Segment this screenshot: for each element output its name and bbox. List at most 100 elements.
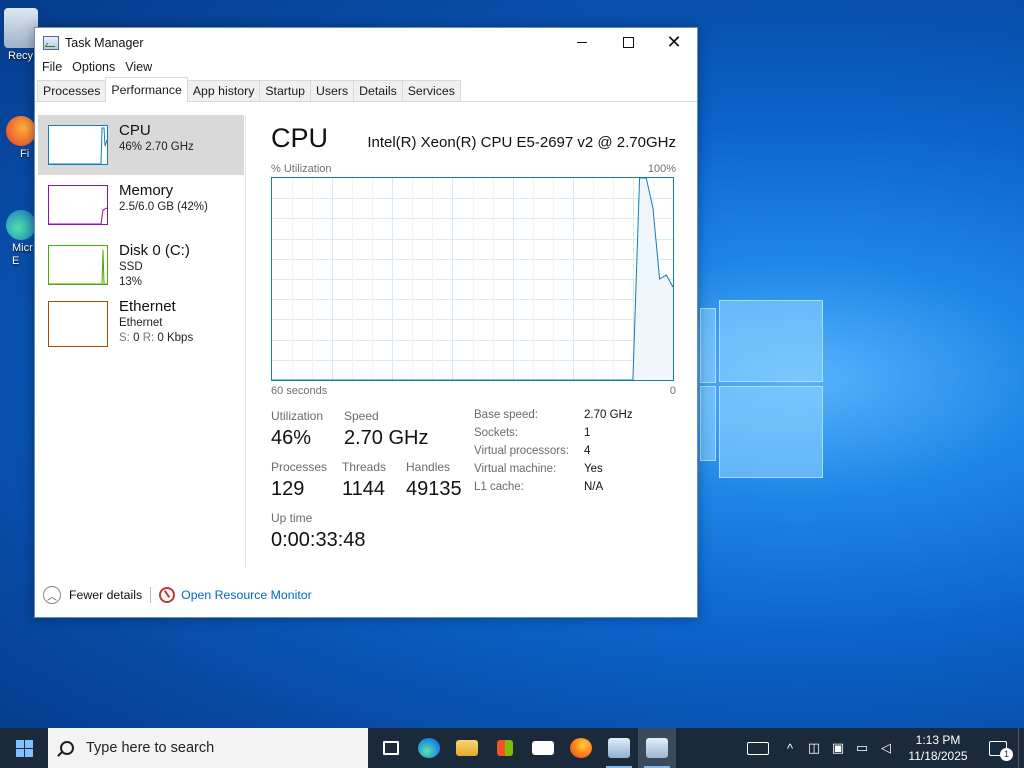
control-panel-icon [608,738,630,758]
system-tray: ^ ◫ ▣ ▭ ◁ 1:13 PM 11/18/2025 1 [738,728,1024,768]
maximize-button[interactable] [605,28,651,57]
menu-options[interactable]: Options [67,60,120,74]
handles-value: 49135 [406,478,462,500]
sidebar-item-memory[interactable]: Memory 2.5/6.0 GB (42%) [38,175,244,235]
file-explorer-icon [456,740,478,756]
chevron-up-icon[interactable]: ︿ [43,586,61,604]
minimize-button[interactable] [559,28,605,57]
meet-now-icon[interactable]: ◫ [802,728,826,768]
store-icon [497,740,513,756]
speed-label: Speed [344,409,379,423]
search-icon [60,741,74,755]
menu-file[interactable]: File [37,60,67,74]
window-title: Task Manager [65,35,144,50]
sidebar-cpu-name: CPU [119,122,151,139]
edge-desktop-icon[interactable]: Micr E [0,210,36,268]
receive-value: 0 Kbps [157,332,194,344]
base-speed-value: 2.70 GHz [584,409,633,421]
tab-processes[interactable]: Processes [37,80,107,101]
tab-performance[interactable]: Performance [105,77,188,102]
disk-mini-graph [48,245,108,285]
graph-min-label: 0 [669,385,676,397]
processes-value: 129 [271,478,305,500]
tab-bar: Processes Performance App history Startu… [35,77,697,102]
title-bar[interactable]: Task Manager ✕ [35,28,697,57]
tab-app-history[interactable]: App history [186,80,261,101]
sidebar-item-cpu[interactable]: CPU 46% 2.70 GHz [38,115,244,175]
taskbar-search-box[interactable]: Type here to search [48,728,368,768]
file-explorer-button[interactable] [448,728,486,768]
volume-muted-icon[interactable]: ◁ [874,728,898,768]
clock-time: 1:13 PM [915,733,961,747]
cpu-utilization-chart [272,178,673,380]
store-button[interactable] [486,728,524,768]
speed-value: 2.70 GHz [344,427,429,449]
memory-mini-graph [48,185,108,225]
virtual-processors-value: 4 [584,445,591,457]
performance-panel: CPU 46% 2.70 GHz Memory 2.5/6.0 GB (42%)… [35,103,697,568]
network-icon[interactable]: ▭ [850,728,874,768]
menu-bar: File Options View [35,57,697,77]
processes-label: Processes [271,460,328,474]
utilization-label: Utilization [271,409,324,423]
edge-button[interactable] [410,728,448,768]
security-icon[interactable]: ▣ [826,728,850,768]
virtual-machine-value: Yes [584,463,603,475]
uptime-label: Up time [271,511,313,525]
edge-icon [418,738,440,758]
sidebar-memory-name: Memory [119,182,174,199]
receive-label: R: [142,332,155,344]
show-desktop-button[interactable] [1018,728,1024,768]
graph-title: % Utilization [271,163,332,175]
virtual-processors-key: Virtual processors: [474,445,570,457]
graph-time-label: 60 seconds [271,385,328,397]
taskbar-clock[interactable]: 1:13 PM 11/18/2025 [898,732,978,764]
mail-button[interactable] [524,728,562,768]
handles-label: Handles [406,460,451,474]
start-button[interactable] [0,728,48,768]
virtual-machine-key: Virtual machine: [474,463,557,475]
taskbar: Type here to search ^ ◫ ▣ ▭ ◁ 1:13 PM 11… [0,728,1024,768]
threads-label: Threads [342,460,387,474]
sidebar-disk-type: SSD [119,261,143,273]
tab-startup[interactable]: Startup [259,80,311,101]
task-view-button[interactable] [372,728,410,768]
task-view-icon [383,741,399,755]
windows-start-icon [15,739,33,757]
fewer-details-button[interactable]: Fewer details [69,588,142,602]
open-resource-monitor-link[interactable]: Open Resource Monitor [181,588,312,602]
task-manager-window: Task Manager ✕ File Options View Process… [34,27,698,618]
graph-max-label: 100% [647,163,676,175]
uptime-value: 0:00:33:48 [271,529,366,551]
sidebar-item-ethernet[interactable]: Ethernet Ethernet S: 0 R: 0 Kbps [38,295,244,355]
menu-view[interactable]: View [120,60,157,74]
sidebar-item-disk[interactable]: Disk 0 (C:) SSD 13% [38,235,244,295]
sidebar-ethernet-adapter: Ethernet [119,317,163,329]
panel-divider[interactable] [245,115,246,567]
task-manager-app-icon [43,35,59,50]
mail-icon [532,741,554,755]
tab-details[interactable]: Details [353,80,403,101]
tab-users[interactable]: Users [310,80,355,101]
send-value: 0 [133,332,140,344]
footer-separator [150,587,152,603]
l1-cache-key: L1 cache: [474,481,524,493]
notification-count: 1 [1000,747,1013,761]
firefox-icon [570,738,592,758]
keyboard-layout-icon[interactable] [738,728,778,768]
sidebar-disk-usage: 13% [119,276,143,288]
control-panel-button[interactable] [600,728,638,768]
utilization-value: 46% [271,427,312,449]
footer-bar: ︿ Fewer details Open Resource Monitor [35,573,697,617]
close-button[interactable]: ✕ [651,28,697,57]
firefox-button[interactable] [562,728,600,768]
l1-cache-value: N/A [584,481,604,493]
firefox-desktop-icon[interactable]: Fi [0,116,36,160]
recycle-bin-icon[interactable]: Recy [0,8,38,62]
chevron-up-icon[interactable]: ^ [778,728,802,768]
tab-services[interactable]: Services [401,80,461,101]
sockets-key: Sockets: [474,427,519,439]
sidebar-cpu-detail: 46% 2.70 GHz [119,141,194,153]
task-manager-taskbar-button[interactable] [638,728,676,768]
action-center-button[interactable]: 1 [978,728,1018,768]
